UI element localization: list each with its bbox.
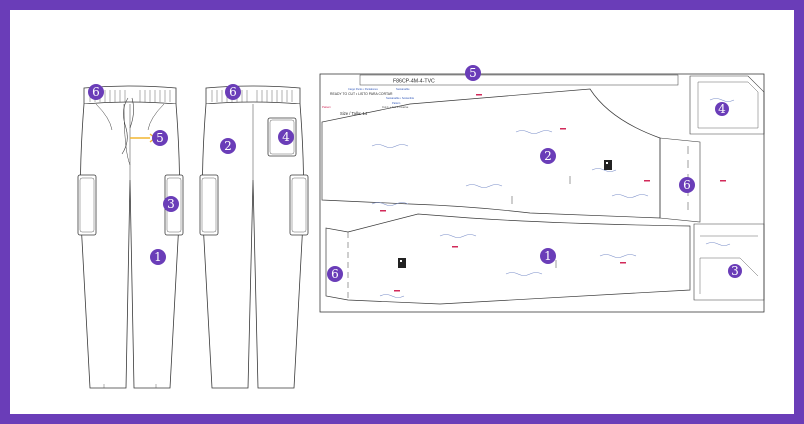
svg-text:3: 3 <box>167 197 175 211</box>
back-cargo-pocket-left <box>199 174 219 236</box>
svg-text:1: 1 <box>544 249 552 263</box>
front-cargo-pocket-left <box>77 174 97 236</box>
svg-text:3: 3 <box>731 264 739 278</box>
marker-back-waistband: 6 <box>225 84 241 100</box>
marker-back-pocket: 4 <box>278 129 294 145</box>
front-pants-illustration <box>77 85 184 389</box>
svg-text:2: 2 <box>544 149 552 163</box>
diagram-canvas: F86CP-4M-4-TVC Cargo Pants • Pantalones … <box>10 10 794 414</box>
marker-sheet-back-piece: 2 <box>540 148 556 164</box>
marker-front-leg: 1 <box>150 249 166 265</box>
back-waistband <box>205 85 301 105</box>
pattern-header-line-1: Cargo Pants • Pantalones <box>348 87 378 91</box>
marker-sheet-top: 5 <box>465 65 481 81</box>
pattern-logo: Pattern <box>322 105 331 109</box>
pattern-blue-line-2: Sustainable • Sostenible <box>386 96 415 100</box>
pattern-sheet: F86CP-4M-4-TVC Cargo Pants • Pantalones … <box>319 73 765 313</box>
svg-text:6: 6 <box>92 85 100 99</box>
back-pants-illustration <box>199 85 309 389</box>
marker-sheet-top-right-piece: 4 <box>715 102 729 116</box>
pattern-sheet-border <box>319 73 765 313</box>
marker-sheet-bottom-right-piece: 3 <box>728 264 742 278</box>
back-cargo-pocket-right <box>289 174 309 236</box>
pattern-blue-line-1: Sustainable <box>396 87 410 91</box>
purple-frame: F86CP-4M-4-TVC Cargo Pants • Pantalones … <box>0 0 804 424</box>
pattern-header-line-2: READY TO CUT • LISTO PARA CORTAR <box>330 92 393 96</box>
svg-text:1: 1 <box>154 250 162 264</box>
marker-sheet-waistband-right: 6 <box>679 177 695 193</box>
marker-front-drawstring: 5 <box>152 130 168 146</box>
pattern-code: F86CP-4M-4-TVC <box>393 79 435 85</box>
svg-text:6: 6 <box>331 267 339 281</box>
marker-front-cargo-pocket: 3 <box>163 196 179 212</box>
svg-text:2: 2 <box>224 139 232 153</box>
marker-back-leg: 2 <box>220 138 236 154</box>
svg-text:6: 6 <box>683 178 691 192</box>
marker-sheet-front-piece: 1 <box>540 248 556 264</box>
svg-text:6: 6 <box>229 85 237 99</box>
marker-sheet-waistband-left: 6 <box>327 266 343 282</box>
svg-text:5: 5 <box>469 66 477 80</box>
pants-diagram-svg: F86CP-4M-4-TVC Cargo Pants • Pantalones … <box>77 65 765 389</box>
svg-text:5: 5 <box>156 131 164 145</box>
svg-text:4: 4 <box>282 130 290 144</box>
marker-front-waistband: 6 <box>88 84 104 100</box>
svg-text:4: 4 <box>718 102 726 116</box>
